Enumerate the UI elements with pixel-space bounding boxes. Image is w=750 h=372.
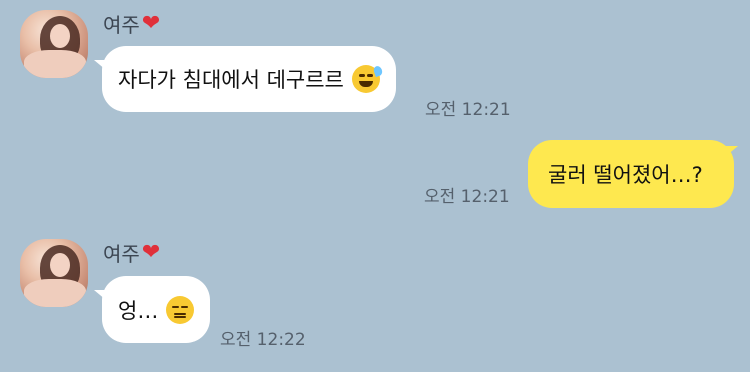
bubble-tail bbox=[94, 290, 106, 300]
bubble-tail bbox=[94, 60, 106, 70]
sender-avatar[interactable] bbox=[20, 10, 88, 78]
outgoing-message-bubble[interactable]: 굴러 떨어졌어…? bbox=[528, 140, 734, 208]
sender-name: 여주 ❤ bbox=[103, 9, 160, 38]
sender-name-text: 여주 bbox=[103, 242, 140, 266]
message-timestamp: 오전 12:21 bbox=[425, 100, 511, 120]
sender-avatar[interactable] bbox=[20, 239, 88, 307]
incoming-message-bubble[interactable]: 엉… bbox=[102, 276, 211, 343]
sender-name: 여주 ❤ bbox=[103, 238, 160, 267]
message-text: 엉… bbox=[118, 298, 159, 323]
message-timestamp: 오전 12:21 bbox=[424, 187, 510, 207]
bubble-tail bbox=[726, 146, 738, 156]
sender-name-text: 여주 bbox=[103, 13, 140, 37]
red-heart-icon: ❤ bbox=[141, 10, 161, 36]
message-text: 자다가 침대에서 데구르르 bbox=[118, 68, 344, 92]
expressionless-emoji-icon bbox=[166, 295, 195, 324]
red-heart-icon: ❤ bbox=[141, 239, 161, 265]
message-text: 굴러 떨어졌어…? bbox=[548, 163, 703, 187]
grinning-sweat-emoji-icon bbox=[351, 64, 384, 93]
message-timestamp: 오전 12:22 bbox=[220, 330, 306, 350]
incoming-message-bubble[interactable]: 자다가 침대에서 데구르르 bbox=[102, 46, 396, 112]
